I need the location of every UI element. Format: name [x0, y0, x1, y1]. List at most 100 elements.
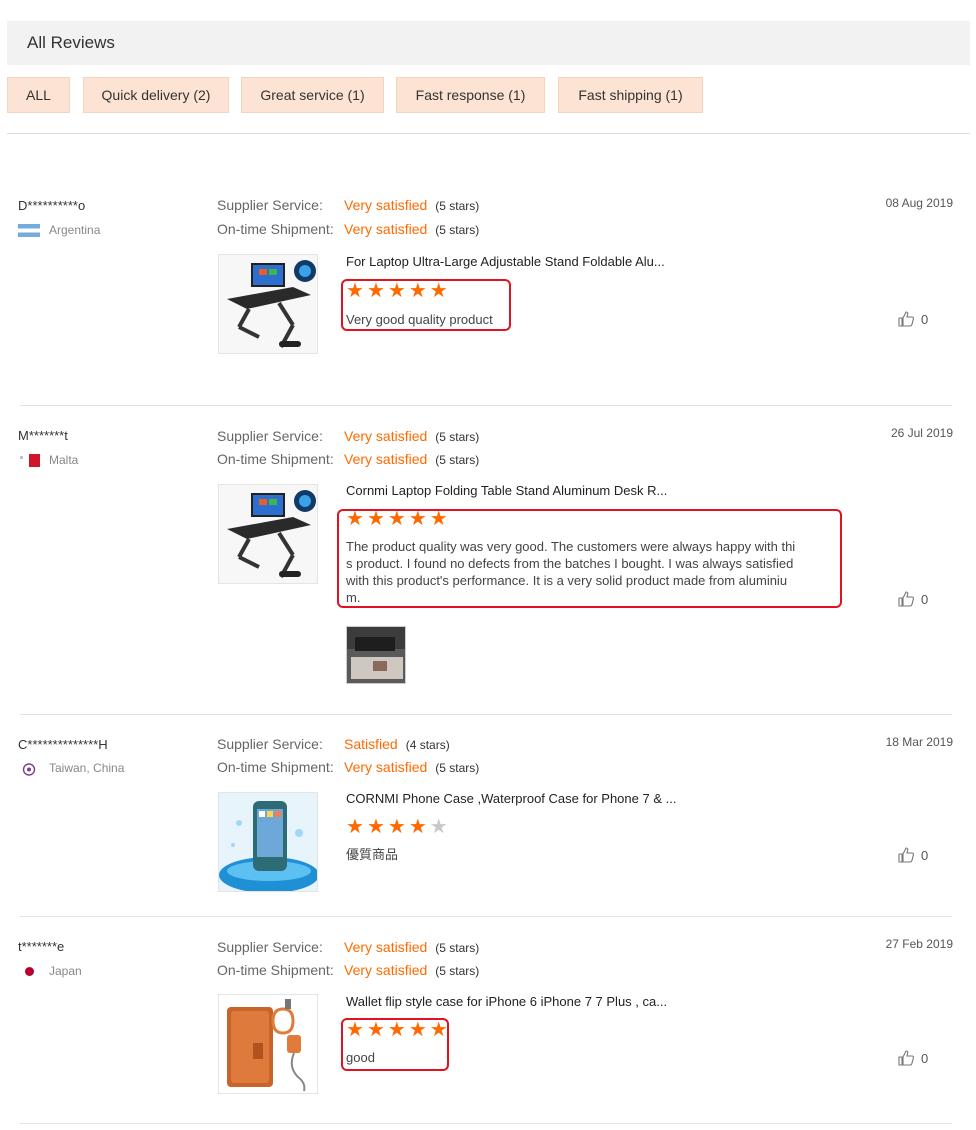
- shipment-value: Very satisfied: [344, 451, 428, 467]
- like-count: 0: [921, 1050, 929, 1066]
- supplier-service-label: Supplier Service:: [217, 428, 323, 444]
- reviewer-country: Taiwan, China: [18, 761, 125, 776]
- review-date: 08 Aug 2019: [885, 196, 953, 210]
- supplier-service-stars: (5 stars): [435, 941, 480, 955]
- thumbs-up-icon: [898, 591, 914, 607]
- highlight-box: [341, 279, 511, 331]
- shipment-rating: Very satisfied (5 stars): [344, 759, 479, 775]
- laptop-stand-image: [219, 485, 317, 583]
- reviews-header: All Reviews: [7, 21, 970, 65]
- supplier-service-stars: (4 stars): [405, 738, 450, 752]
- filter-fast-shipping-button[interactable]: Fast shipping (1): [558, 77, 703, 113]
- country-label: Malta: [49, 453, 79, 467]
- supplier-service-value: Satisfied: [344, 736, 398, 752]
- taiwan-flag-icon: [18, 762, 40, 776]
- product-thumbnail[interactable]: [218, 994, 318, 1094]
- customer-photo-image: [347, 627, 405, 683]
- filter-all-button[interactable]: ALL: [7, 77, 70, 113]
- supplier-service-value: Very satisfied: [344, 939, 428, 955]
- product-title-link[interactable]: Wallet flip style case for iPhone 6 iPho…: [346, 994, 667, 1009]
- supplier-service-rating: Very satisfied (5 stars): [344, 939, 479, 955]
- review-date: 18 Mar 2019: [885, 735, 953, 749]
- product-title-link[interactable]: For Laptop Ultra-Large Adjustable Stand …: [346, 254, 665, 269]
- supplier-service-rating: Very satisfied (5 stars): [344, 197, 479, 213]
- highlight-box: [337, 509, 842, 608]
- review-divider: [20, 1123, 952, 1124]
- supplier-service-rating: Very satisfied (5 stars): [344, 428, 479, 444]
- star-icon: ★: [366, 816, 385, 838]
- shipment-label: On-time Shipment:: [217, 451, 334, 467]
- shipment-value: Very satisfied: [344, 962, 428, 978]
- review-star-rating: ★ ★ ★ ★ ★: [346, 817, 448, 837]
- reviewer-name: M*******t: [18, 428, 68, 443]
- review-date: 26 Jul 2019: [890, 426, 953, 440]
- like-button[interactable]: 0: [897, 590, 928, 608]
- page-title: All Reviews: [27, 33, 115, 52]
- like-count: 0: [921, 847, 929, 863]
- thumbs-up-icon: [898, 847, 914, 863]
- shipment-rating: Very satisfied (5 stars): [344, 221, 479, 237]
- country-label: Argentina: [49, 223, 101, 237]
- review-divider: [20, 405, 952, 406]
- thumbs-up-icon: [898, 311, 914, 327]
- filter-quick-delivery-button[interactable]: Quick delivery (2): [83, 77, 229, 113]
- shipment-label: On-time Shipment:: [217, 962, 334, 978]
- review-date: 27 Feb 2019: [885, 937, 953, 951]
- thumbs-up-icon: [898, 1050, 914, 1066]
- wallet-case-image: [219, 995, 317, 1093]
- product-title-link[interactable]: CORNMI Phone Case ,Waterproof Case for P…: [346, 791, 676, 806]
- supplier-service-value: Very satisfied: [344, 197, 428, 213]
- shipment-rating: Very satisfied (5 stars): [344, 962, 479, 978]
- star-icon: ★: [387, 816, 406, 838]
- review-divider: [20, 714, 952, 715]
- review-divider: [20, 916, 952, 917]
- filter-great-service-button[interactable]: Great service (1): [241, 77, 384, 113]
- reviewer-name: t*******e: [18, 939, 65, 954]
- supplier-service-stars: (5 stars): [435, 430, 480, 444]
- reviewer-name: C**************H: [18, 737, 108, 752]
- shipment-value: Very satisfied: [344, 221, 428, 237]
- product-thumbnail[interactable]: [218, 484, 318, 584]
- malta-flag-icon: [18, 453, 40, 467]
- reviewer-country: Japan: [18, 964, 82, 978]
- laptop-stand-image: [219, 255, 317, 353]
- highlight-box: [341, 1018, 449, 1071]
- supplier-service-label: Supplier Service:: [217, 197, 323, 213]
- shipment-stars: (5 stars): [435, 964, 480, 978]
- reviewer-country: Argentina: [18, 223, 100, 237]
- like-button[interactable]: 0: [897, 1049, 928, 1067]
- reviewer-country: Malta: [18, 453, 78, 467]
- shipment-label: On-time Shipment:: [217, 221, 334, 237]
- star-icon: ★: [408, 816, 427, 838]
- shipment-label: On-time Shipment:: [217, 759, 334, 775]
- review-text: 優質商品: [346, 847, 399, 862]
- filter-fast-response-button[interactable]: Fast response (1): [396, 77, 545, 113]
- country-label: Japan: [49, 964, 82, 978]
- review-attached-photo[interactable]: [346, 626, 406, 684]
- filters-divider: [7, 133, 970, 134]
- like-button[interactable]: 0: [897, 846, 928, 864]
- star-empty-icon: ★: [429, 816, 448, 838]
- argentina-flag-icon: [18, 223, 40, 237]
- like-count: 0: [921, 591, 929, 607]
- supplier-service-stars: (5 stars): [435, 199, 480, 213]
- shipment-stars: (5 stars): [435, 223, 480, 237]
- shipment-stars: (5 stars): [435, 761, 480, 775]
- supplier-service-label: Supplier Service:: [217, 736, 323, 752]
- japan-flag-icon: [18, 964, 40, 978]
- phone-case-image: [219, 793, 317, 891]
- supplier-service-value: Very satisfied: [344, 428, 428, 444]
- like-button[interactable]: 0: [897, 310, 928, 328]
- like-count: 0: [921, 311, 929, 327]
- reviewer-name: D**********o: [18, 198, 86, 213]
- product-thumbnail[interactable]: [218, 254, 318, 354]
- product-title-link[interactable]: Cornmi Laptop Folding Table Stand Alumin…: [346, 483, 667, 498]
- country-label: Taiwan, China: [49, 761, 125, 775]
- product-thumbnail[interactable]: [218, 792, 318, 892]
- shipment-stars: (5 stars): [435, 453, 480, 467]
- shipment-rating: Very satisfied (5 stars): [344, 451, 479, 467]
- star-icon: ★: [346, 816, 364, 838]
- supplier-service-label: Supplier Service:: [217, 939, 323, 955]
- supplier-service-rating: Satisfied (4 stars): [344, 736, 450, 752]
- shipment-value: Very satisfied: [344, 759, 428, 775]
